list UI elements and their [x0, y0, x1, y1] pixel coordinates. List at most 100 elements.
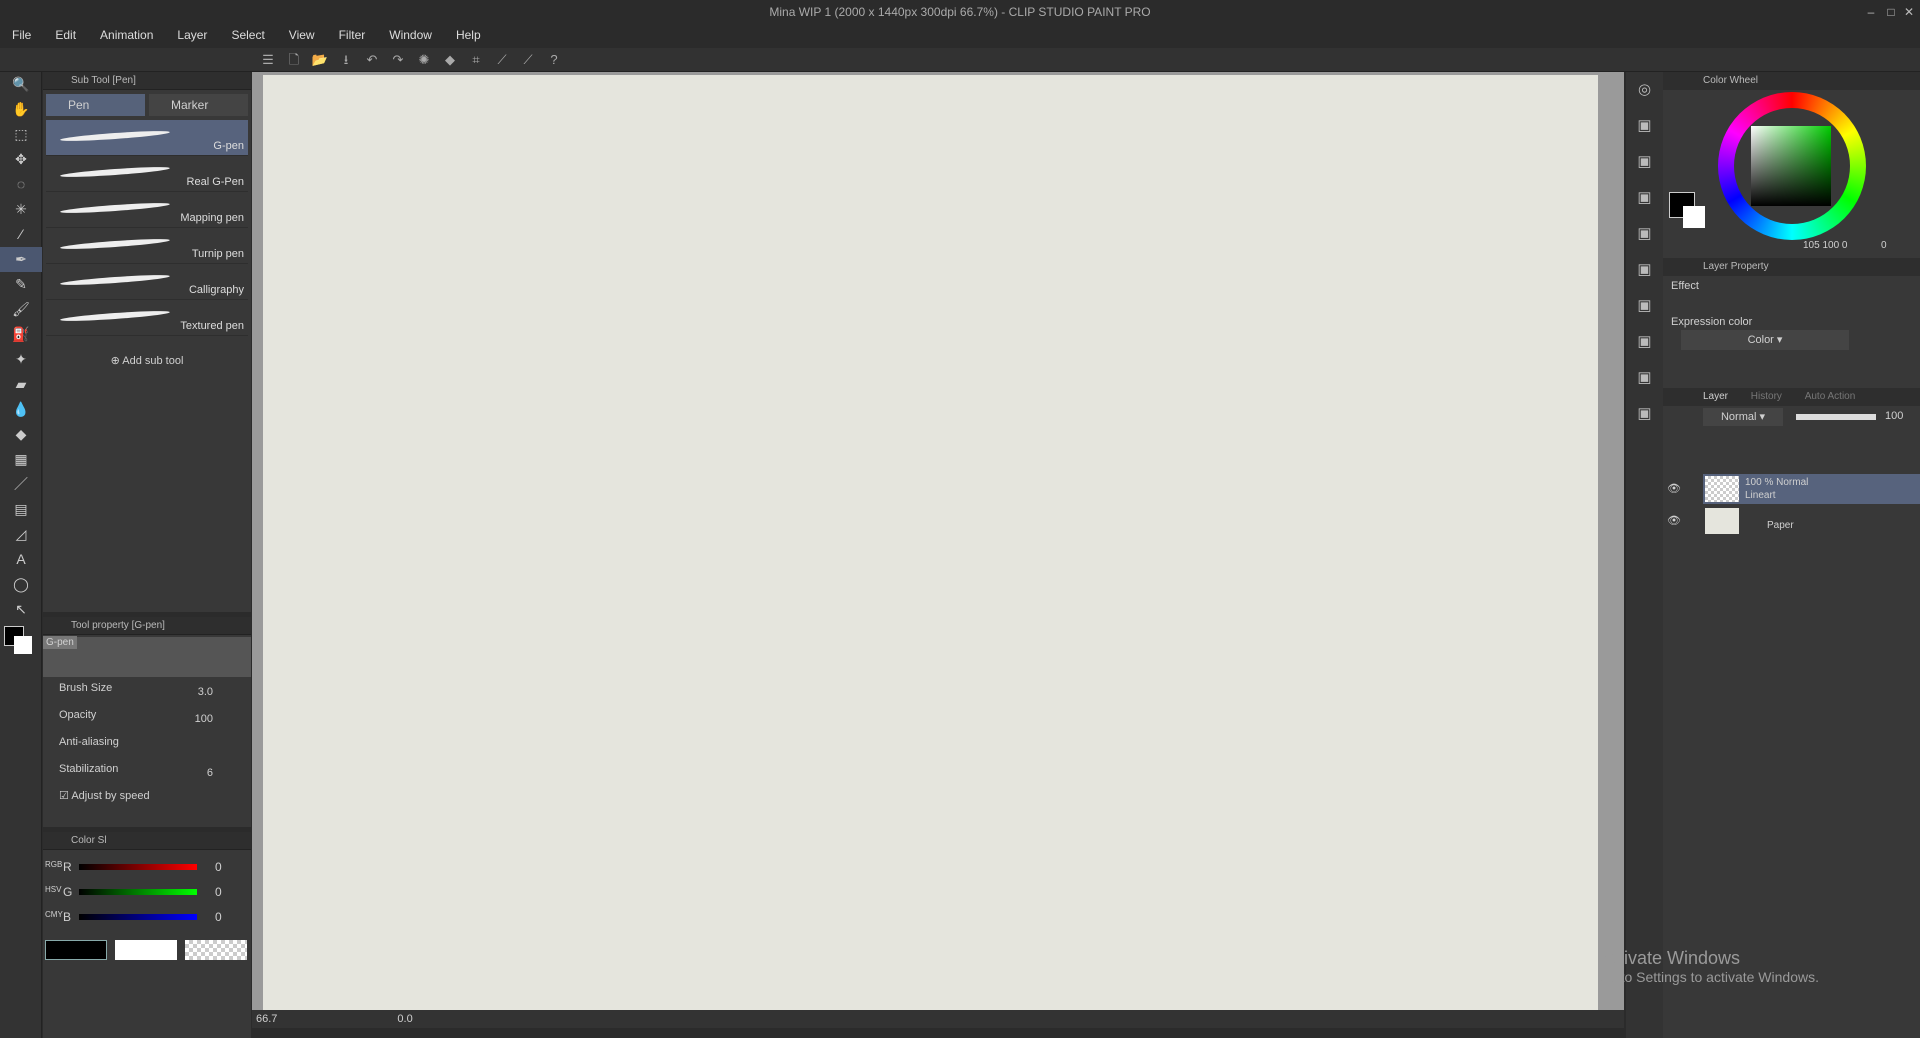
balloon-icon[interactable]: ◯ — [0, 572, 42, 597]
tab-marker[interactable]: Marker — [149, 94, 248, 116]
decoration-icon[interactable]: ✦ — [0, 347, 42, 372]
minimize-button[interactable]: – — [1862, 0, 1880, 24]
material-icon-3[interactable]: ▣ — [1626, 180, 1663, 216]
tab-layer[interactable]: Layer — [1703, 391, 1728, 402]
eye-icon[interactable]: 👁 — [1667, 482, 1681, 495]
eye-icon[interactable]: 👁 — [1667, 514, 1681, 527]
opacity-row[interactable]: Opacity 100 — [43, 706, 251, 733]
tab-auto-action[interactable]: Auto Action — [1805, 391, 1856, 402]
frame-icon[interactable]: ▤ — [0, 497, 42, 522]
sub-color-swatch[interactable] — [14, 636, 32, 654]
menu-window[interactable]: Window — [377, 24, 444, 47]
brush-size-row[interactable]: Brush Size 3.0 — [43, 679, 251, 706]
menu-help[interactable]: Help — [444, 24, 493, 47]
zoom-tool-icon[interactable]: 🔍 — [0, 72, 42, 97]
menu-filter[interactable]: Filter — [327, 24, 378, 47]
menu-edit[interactable]: Edit — [43, 24, 88, 47]
magic-wand-icon[interactable]: ✳ — [0, 197, 42, 222]
redo-icon[interactable]: ↷ — [388, 51, 408, 69]
brush-turnip-pen[interactable]: Turnip pen — [46, 228, 248, 264]
material-icon-4[interactable]: ▣ — [1626, 216, 1663, 252]
material-icon-2[interactable]: ▣ — [1626, 144, 1663, 180]
material-icon-9[interactable]: ▣ — [1626, 396, 1663, 432]
menu-select[interactable]: Select — [219, 24, 276, 47]
saturation-value-square[interactable] — [1751, 126, 1831, 206]
layer-row-paper[interactable]: 👁 Paper — [1667, 506, 1920, 536]
figure-icon[interactable]: ／ — [0, 472, 42, 497]
brush-calligraphy[interactable]: Calligraphy — [46, 264, 248, 300]
g-value[interactable]: 0 — [215, 885, 222, 899]
main-sub-color[interactable] — [0, 622, 41, 662]
cmy-mode[interactable]: CMY — [45, 910, 63, 919]
transform-icon[interactable]: ⌗ — [466, 51, 486, 69]
undo-icon[interactable]: ↶ — [362, 51, 382, 69]
expression-color-select[interactable]: Color ▾ — [1681, 330, 1849, 350]
anti-aliasing-row[interactable]: Anti-aliasing — [43, 733, 251, 760]
r-value[interactable]: 0 — [215, 860, 222, 874]
navigator-icon[interactable]: ◎ — [1626, 72, 1663, 108]
material-icon-8[interactable]: ▣ — [1626, 360, 1663, 396]
transparent-color-chip[interactable] — [185, 940, 247, 960]
pen-tool-icon[interactable]: ✒ — [0, 247, 42, 272]
fill-tool-icon[interactable]: ◆ — [0, 422, 42, 447]
lasso-tool-icon[interactable]: ◌ — [0, 172, 42, 197]
wheel-sub-color[interactable] — [1683, 206, 1705, 228]
b-slider[interactable] — [79, 914, 197, 920]
rotation-value[interactable]: 0.0 — [397, 1013, 412, 1025]
fill-icon[interactable]: ◆ — [440, 51, 460, 69]
hand-tool-icon[interactable]: ✋ — [0, 97, 42, 122]
brush-mapping-pen[interactable]: Mapping pen — [46, 192, 248, 228]
clear-icon[interactable]: ✺ — [414, 51, 434, 69]
main-color-chip[interactable] — [45, 940, 107, 960]
brush-tool-icon[interactable]: 🖌 — [0, 297, 42, 322]
snap-special-icon[interactable]: ⟋ — [518, 51, 538, 69]
menu-layer[interactable]: Layer — [165, 24, 219, 47]
layer-opacity-slider[interactable] — [1796, 414, 1876, 420]
snap-ruler-icon[interactable]: ⟋ — [492, 51, 512, 69]
open-icon[interactable]: 📂 — [310, 51, 330, 69]
stabilization-row[interactable]: Stabilization 6 — [43, 760, 251, 787]
blend-icon[interactable]: 💧 — [0, 397, 42, 422]
brush-g-pen[interactable]: G-pen — [46, 120, 248, 156]
opacity-value[interactable]: 100 — [195, 710, 213, 728]
add-sub-tool-button[interactable]: ⊕ Add sub tool — [43, 354, 251, 367]
blend-mode-select[interactable]: Normal ▾ — [1703, 408, 1783, 426]
r-slider[interactable] — [79, 864, 197, 870]
eraser-icon[interactable]: ▰ — [0, 372, 42, 397]
stabilization-value[interactable]: 6 — [207, 764, 213, 782]
menu-animation[interactable]: Animation — [88, 24, 165, 47]
eyedropper-icon[interactable]: ⁄ — [0, 222, 42, 247]
text-icon[interactable]: A — [0, 547, 42, 572]
material-icon-5[interactable]: ▣ — [1626, 252, 1663, 288]
brush-textured-pen[interactable]: Textured pen — [46, 300, 248, 336]
zoom-value[interactable]: 66.7 — [256, 1013, 277, 1025]
material-icon-7[interactable]: ▣ — [1626, 324, 1663, 360]
menu-view[interactable]: View — [277, 24, 327, 47]
airbrush-icon[interactable]: ⛽ — [0, 322, 42, 347]
layer-row-lineart[interactable]: 👁 100 % Normal Lineart — [1667, 474, 1920, 504]
adjust-by-speed-row[interactable]: ☑ Adjust by speed — [43, 787, 251, 814]
material-icon-6[interactable]: ▣ — [1626, 288, 1663, 324]
g-slider[interactable] — [79, 889, 197, 895]
new-file-icon[interactable]: 🗋 — [284, 51, 304, 69]
b-value[interactable]: 0 — [215, 910, 222, 924]
tab-pen[interactable]: Pen — [46, 94, 145, 116]
operation-tool-icon[interactable]: ⬚ — [0, 122, 42, 147]
hsv-mode[interactable]: HSV — [45, 885, 61, 894]
save-icon[interactable]: ⭳ — [336, 51, 356, 69]
layer-opacity-value[interactable]: 100 — [1885, 410, 1903, 422]
move-tool-icon[interactable]: ✥ — [0, 147, 42, 172]
menu-file[interactable]: File — [0, 24, 43, 47]
brush-real-g-pen[interactable]: Real G-Pen — [46, 156, 248, 192]
brush-size-value[interactable]: 3.0 — [198, 683, 213, 701]
pencil-tool-icon[interactable]: ✎ — [0, 272, 42, 297]
close-button[interactable]: ✕ — [1900, 0, 1918, 24]
canvas[interactable] — [263, 75, 1598, 1010]
ruler-icon[interactable]: ◿ — [0, 522, 42, 547]
menu-icon[interactable]: ☰ — [258, 51, 278, 69]
tab-history[interactable]: History — [1751, 391, 1782, 402]
material-icon[interactable]: ▣ — [1626, 108, 1663, 144]
help-icon[interactable]: ? — [544, 51, 564, 69]
maximize-button[interactable]: □ — [1882, 0, 1900, 24]
correct-line-icon[interactable]: ↖ — [0, 597, 42, 622]
